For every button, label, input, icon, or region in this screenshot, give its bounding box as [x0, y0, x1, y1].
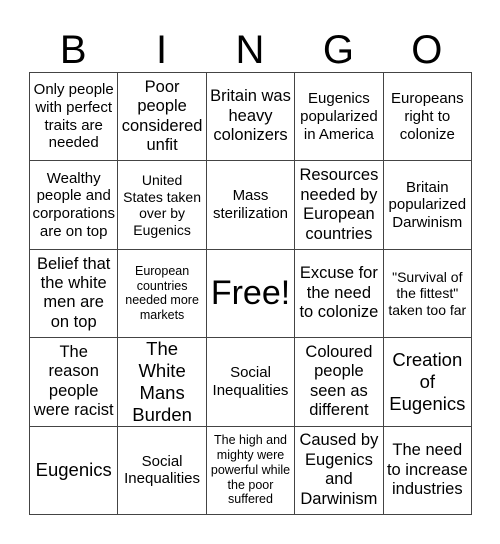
bingo-cell[interactable]: Mass sterilization	[206, 161, 296, 250]
free-space-label: Free!	[210, 274, 291, 313]
bingo-cell-text: Wealthy people and corporations are on t…	[32, 169, 115, 240]
bingo-cell-text: Britain was heavy colonizers	[210, 87, 291, 145]
bingo-cell[interactable]: Belief that the white men are on top	[30, 249, 119, 339]
bingo-cell-text: Belief that the white men are on top	[37, 254, 111, 331]
bingo-cell-text: The need to increase industries	[386, 441, 468, 499]
bingo-cell-text: Creation of Eugenics	[389, 349, 466, 414]
bingo-cell-text: Only people with perfect traits are need…	[33, 81, 114, 152]
bingo-cell[interactable]: Britain was heavy colonizers	[206, 73, 296, 162]
header-letter-b: B	[59, 28, 87, 72]
bingo-cell[interactable]: Eugenics popularized in America	[295, 73, 384, 162]
bingo-cell-text: Britain popularized Darwinism	[388, 178, 467, 231]
bingo-cell[interactable]: Coloured people seen as different	[295, 338, 384, 427]
bingo-cell-text: European countries needed more markets	[125, 263, 199, 323]
bingo-cell[interactable]: Resources needed by European countries	[295, 161, 384, 250]
bingo-cell[interactable]: "Survival of the fittest" taken too far	[383, 249, 472, 339]
bingo-cell[interactable]: United States taken over by Eugenics	[118, 161, 207, 250]
bingo-cell[interactable]: Caused by Eugenics and Darwinism	[295, 426, 384, 515]
bingo-cell[interactable]: Excuse for the need to colonize	[295, 249, 384, 339]
header-letter-o: O	[411, 28, 443, 72]
bingo-cell[interactable]: Social Inequalities	[206, 338, 296, 427]
bingo-cell-text: Eugenics popularized in America	[300, 90, 378, 143]
bingo-cell-text: Coloured people seen as different	[305, 342, 373, 420]
header-letter-g: G	[322, 28, 354, 72]
bingo-cell-text: Eugenics	[35, 459, 112, 481]
bingo-cell[interactable]: Europeans right to colonize	[383, 73, 472, 162]
header-letter-n: N	[235, 28, 265, 72]
bingo-cell-text: Caused by Eugenics and Darwinism	[299, 431, 379, 508]
bingo-cell-text: "Survival of the fittest" taken too far	[388, 268, 467, 318]
bingo-cell-text: Poor people considered unfit	[121, 77, 203, 155]
bingo-cell[interactable]: Social Inequalities	[118, 426, 207, 515]
bingo-cell[interactable]: Only people with perfect traits are need…	[30, 73, 119, 162]
bingo-cell-text: The White Mans Burden	[132, 338, 192, 425]
bingo-cell[interactable]: The White Mans Burden	[118, 338, 207, 427]
bingo-cell-text: The reason people were racist	[33, 342, 114, 420]
bingo-cell[interactable]: Creation of Eugenics	[383, 338, 472, 427]
bingo-cell[interactable]: Wealthy people and corporations are on t…	[30, 161, 119, 250]
bingo-header: B I N G O	[29, 28, 471, 72]
bingo-cell[interactable]: Poor people considered unfit	[118, 73, 207, 162]
bingo-cell[interactable]: The need to increase industries	[383, 426, 472, 515]
bingo-cell[interactable]: Eugenics	[30, 426, 119, 515]
bingo-card-grid: Only people with perfect traits are need…	[29, 72, 472, 515]
bingo-cell-text: Europeans right to colonize	[391, 90, 464, 143]
bingo-cell-text: Resources needed by European countries	[299, 166, 379, 243]
bingo-cell-text: Social Inequalities	[124, 452, 201, 488]
bingo-cell[interactable]: European countries needed more markets	[118, 249, 207, 339]
bingo-cell-text: Mass sterilization	[212, 187, 288, 223]
header-letter-i: I	[156, 28, 168, 72]
bingo-cell-text: United States taken over by Eugenics	[123, 172, 201, 238]
bingo-cell[interactable]: The reason people were racist	[30, 338, 119, 427]
bingo-cell-free[interactable]: Free!	[206, 249, 296, 339]
bingo-cell-text: Social Inequalities	[212, 364, 289, 399]
bingo-cell-text: The high and mighty were powerful while …	[210, 433, 291, 507]
bingo-cell[interactable]: Britain popularized Darwinism	[383, 161, 472, 250]
bingo-cell-text: Excuse for the need to colonize	[299, 264, 379, 322]
bingo-cell[interactable]: The high and mighty were powerful while …	[206, 426, 296, 515]
